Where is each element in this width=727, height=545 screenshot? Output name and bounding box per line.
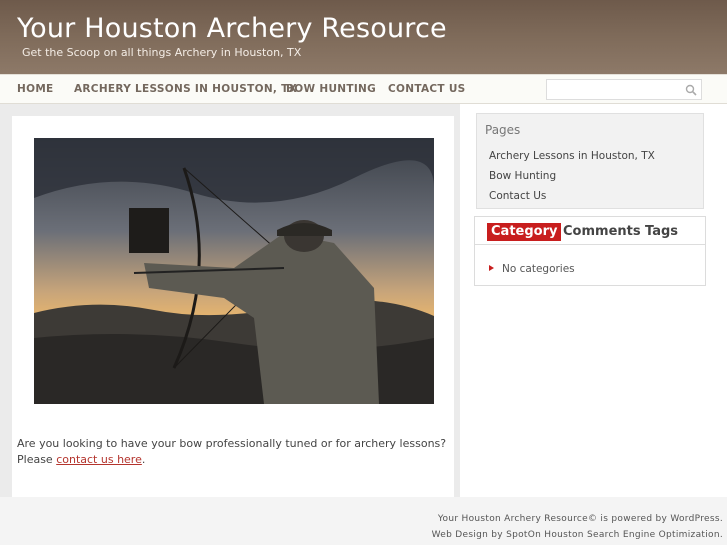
site-header: Your Houston Archery Resource Get the Sc… bbox=[0, 0, 727, 74]
nav-bow-hunting[interactable]: BOW HUNTING bbox=[286, 83, 376, 95]
search-icon[interactable] bbox=[685, 84, 697, 96]
footer-web-design: Web Design by SpotOn Houston Search Engi… bbox=[431, 530, 723, 540]
tab-category[interactable]: Category bbox=[487, 223, 562, 241]
nav-home[interactable]: HOME bbox=[17, 83, 54, 95]
category-label: No categories bbox=[502, 263, 575, 275]
tabs-widget: Category Comments Tags No categories bbox=[474, 216, 706, 286]
page-link-bow-hunting[interactable]: Bow Hunting bbox=[489, 170, 556, 182]
post-body: Are you looking to have your bow profess… bbox=[17, 436, 447, 468]
tabs-bar: Category Comments Tags bbox=[475, 217, 705, 245]
nav-archery-lessons[interactable]: ARCHERY LESSONS IN HOUSTON, TX bbox=[74, 83, 297, 95]
site-footer: Your Houston Archery Resource© is powere… bbox=[0, 497, 727, 545]
content-area: Are you looking to have your bow profess… bbox=[0, 104, 460, 497]
search-box bbox=[546, 79, 702, 100]
pages-widget-title: Pages bbox=[485, 123, 521, 137]
post-text-end: . bbox=[141, 453, 146, 466]
search-input[interactable] bbox=[547, 80, 677, 99]
tab-comments[interactable]: Comments bbox=[559, 223, 645, 241]
main-navigation: HOME ARCHERY LESSONS IN HOUSTON, TX BOW … bbox=[0, 74, 727, 104]
nav-contact-us[interactable]: CONTACT US bbox=[388, 83, 466, 95]
footer-powered-by: Your Houston Archery Resource© is powere… bbox=[437, 514, 723, 524]
main-wrapper: Are you looking to have your bow profess… bbox=[0, 104, 727, 497]
page-link-contact-us[interactable]: Contact Us bbox=[489, 190, 546, 202]
site-description: Get the Scoop on all things Archery in H… bbox=[22, 46, 302, 59]
post: Are you looking to have your bow profess… bbox=[12, 116, 454, 497]
pages-widget: Pages Archery Lessons in Houston, TX Bow… bbox=[476, 113, 704, 209]
site-title[interactable]: Your Houston Archery Resource bbox=[17, 13, 447, 44]
archer-photo bbox=[34, 138, 434, 404]
page-link-archery-lessons[interactable]: Archery Lessons in Houston, TX bbox=[489, 150, 655, 162]
tab-tags[interactable]: Tags bbox=[641, 223, 682, 241]
contact-us-link[interactable]: contact us here bbox=[56, 453, 142, 466]
triangle-bullet-icon bbox=[489, 265, 494, 271]
